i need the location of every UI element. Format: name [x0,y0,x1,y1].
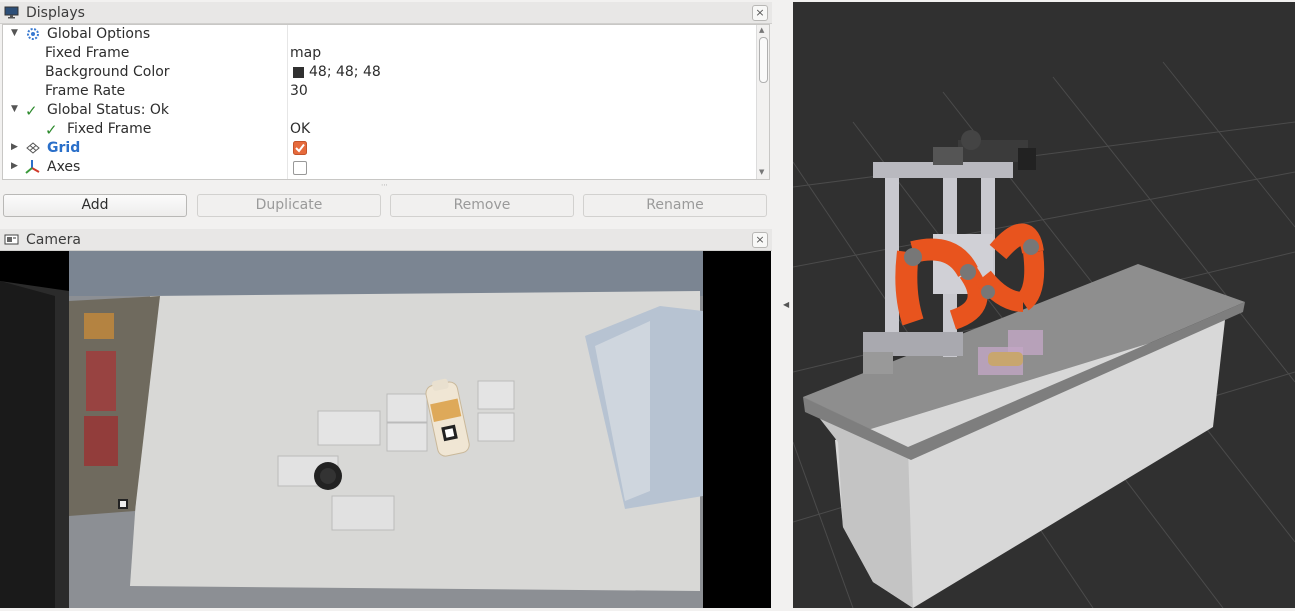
remove-button[interactable]: Remove [390,194,574,217]
tree-label-global-options: Global Options [47,26,151,42]
camera-panel-title: Camera [26,232,81,248]
grid-icon [26,142,40,154]
tree-label-frame-rate: Frame Rate [45,83,126,99]
close-camera-button[interactable]: × [752,232,768,248]
add-button[interactable]: Add [3,194,187,217]
collapse-arrow-icon[interactable]: ▶ [11,161,18,171]
close-displays-button[interactable]: × [752,5,768,21]
collapse-left-arrow-icon[interactable]: ◀ [783,300,789,309]
status-fixed-frame-value: OK [290,121,311,137]
tree-label-grid: Grid [47,140,81,156]
tree-row-fixed-frame[interactable]: Fixed Frame map [3,44,759,63]
tree-row-status-fixed-frame[interactable]: ✓ Fixed Frame OK [3,120,759,139]
tree-row-global-options[interactable]: ▼ Global Options [3,25,759,44]
expand-arrow-icon[interactable]: ▼ [11,28,18,38]
scrollbar-thumb[interactable] [759,37,768,83]
tree-label-background-color: Background Color [45,64,170,80]
color-swatch[interactable] [293,67,304,78]
tree-label-status-fixed-frame: Fixed Frame [67,121,152,137]
checkmark-icon: ✓ [25,102,38,120]
3d-scene [793,2,1295,608]
rename-button[interactable]: Rename [583,194,767,217]
gear-icon [27,28,39,40]
scroll-up-icon[interactable]: ▲ [759,26,764,34]
axes-icon [25,160,40,174]
fixed-frame-value[interactable]: map [290,45,321,61]
tree-row-axes[interactable]: ▶ Axes [3,158,759,177]
axes-enabled-checkbox[interactable] [293,161,307,175]
tree-label-fixed-frame: Fixed Frame [45,45,130,61]
displays-panel-header: Displays × [0,2,772,24]
tree-row-grid[interactable]: ▶ Grid [3,139,759,158]
panel-splitter[interactable]: ◀ [772,0,792,611]
expand-arrow-icon[interactable]: ▼ [11,104,18,114]
frame-rate-value[interactable]: 30 [290,83,308,99]
camera-panel-header: Camera × [0,229,772,251]
3d-render-viewport[interactable] [793,2,1295,608]
background-color-value[interactable]: 48; 48; 48 [309,64,381,80]
camera-image-view[interactable] [0,251,771,608]
grid-enabled-checkbox[interactable] [293,141,307,155]
tree-label-global-status: Global Status: Ok [47,102,170,118]
displays-tree[interactable]: ▼ Global Options Fixed Frame map Backgro… [2,24,770,180]
duplicate-button[interactable]: Duplicate [197,194,381,217]
checkmark-icon: ✓ [45,121,58,139]
monitor-icon [4,6,19,19]
tree-scrollbar[interactable]: ▲ ▼ [756,25,769,179]
camera-feed-image [0,251,771,608]
resize-grip-icon[interactable]: ⋯ [381,181,388,189]
collapse-arrow-icon[interactable]: ▶ [11,142,18,152]
tree-row-global-status[interactable]: ▼ ✓ Global Status: Ok [3,101,759,120]
camera-icon [4,234,19,245]
displays-panel-title: Displays [26,5,85,21]
tree-label-axes: Axes [47,159,81,175]
tree-row-background-color[interactable]: Background Color 48; 48; 48 [3,63,759,82]
tree-row-frame-rate[interactable]: Frame Rate 30 [3,82,759,101]
scroll-down-icon[interactable]: ▼ [759,168,764,176]
